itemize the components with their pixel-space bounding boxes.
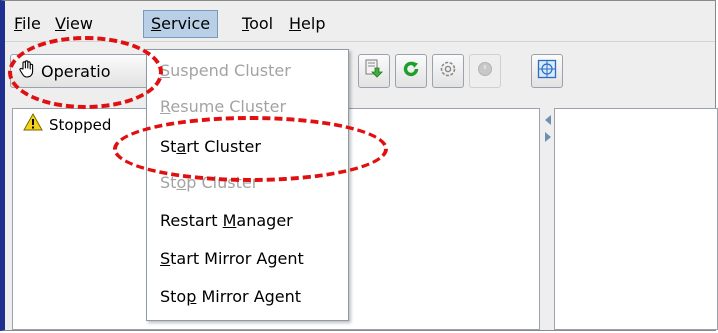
cluster-view-button[interactable] <box>531 54 563 88</box>
menu-item-mnemonic: S <box>160 61 171 80</box>
download-icon <box>365 59 383 83</box>
operation-mode-button[interactable]: Operatio <box>10 54 160 88</box>
settings-button[interactable] <box>432 54 464 88</box>
menu-tool-label: ool <box>249 14 274 33</box>
menu-item-suffix: uspend Cluster <box>170 61 291 80</box>
settings-icon <box>438 59 458 83</box>
menu-item-resume-cluster[interactable]: Resume Cluster <box>147 90 348 124</box>
menu-file-label: ile <box>22 14 41 33</box>
menu-item-mnemonic: a <box>176 137 187 156</box>
detail-panel <box>554 108 718 330</box>
menu-tool[interactable]: Tool <box>238 11 277 37</box>
menu-item-mnemonic: R <box>160 97 171 116</box>
menu-help-label: elp <box>301 14 326 33</box>
menu-service[interactable]: Service <box>143 10 219 38</box>
menu-item-prefix: St <box>160 137 177 156</box>
disabled-toolbar-button[interactable] <box>469 54 501 88</box>
menu-item-suffix: tart Mirror Agent <box>170 249 304 268</box>
split-pane-divider[interactable] <box>540 108 554 330</box>
menu-file[interactable]: File <box>10 11 45 37</box>
menu-item-prefix: Restart <box>160 211 223 230</box>
menu-view-mnemonic: V <box>55 14 66 33</box>
warning-icon <box>23 112 43 138</box>
menu-item-suffix: rt Cluster <box>186 137 261 156</box>
menu-service-mnemonic: S <box>151 14 162 33</box>
menu-item-mnemonic: o <box>176 173 187 192</box>
menu-item-mnemonic: S <box>160 249 171 268</box>
menu-item-start-cluster[interactable]: Start Cluster <box>147 130 348 164</box>
menu-item-suffix: anager <box>236 211 293 230</box>
menu-item-prefix: Sto <box>160 287 187 306</box>
hand-icon <box>17 59 37 83</box>
menu-view[interactable]: View <box>51 11 97 37</box>
menu-item-start-mirror-agent[interactable]: Start Mirror Agent <box>147 242 348 276</box>
menu-item-suffix: Mirror Agent <box>196 287 302 306</box>
menu-service-label: ervice <box>161 14 211 33</box>
tree-node-status[interactable]: Stopped <box>23 112 112 138</box>
menu-help[interactable]: Help <box>285 11 329 37</box>
menu-item-stop-mirror-agent[interactable]: Stop Mirror Agent <box>147 280 348 314</box>
service-menu-dropdown: Suspend Cluster Resume Cluster Start Clu… <box>146 49 349 321</box>
menu-item-mnemonic: p <box>186 287 197 306</box>
menu-item-prefix: St <box>160 173 177 192</box>
menu-item-mnemonic: M <box>222 211 237 230</box>
toolbar: Operatio <box>5 42 715 108</box>
refresh-icon <box>401 59 421 83</box>
menu-item-suffix: p Cluster <box>186 173 259 192</box>
tree-node-status-label: Stopped <box>49 116 112 134</box>
menu-item-restart-manager[interactable]: Restart Manager <box>147 204 348 238</box>
download-button[interactable] <box>358 54 390 88</box>
menu-item-stop-cluster[interactable]: Stop Cluster <box>147 166 348 200</box>
menu-bar: File View Service Tool Help <box>5 1 715 42</box>
menu-file-mnemonic: F <box>14 14 23 33</box>
menu-help-mnemonic: H <box>289 14 302 33</box>
application-window: File View Service Tool Help Operatio Sto… <box>0 0 718 331</box>
refresh-button[interactable] <box>395 54 427 88</box>
disabled-circle-icon <box>476 60 494 82</box>
menu-tool-mnemonic: T <box>242 14 250 33</box>
cluster-grid-icon <box>537 59 557 83</box>
menu-view-label: iew <box>65 14 93 33</box>
operation-mode-label: Operatio <box>41 61 111 81</box>
menu-item-suffix: esume Cluster <box>170 97 287 116</box>
menu-item-suspend-cluster[interactable]: Suspend Cluster <box>147 54 348 88</box>
